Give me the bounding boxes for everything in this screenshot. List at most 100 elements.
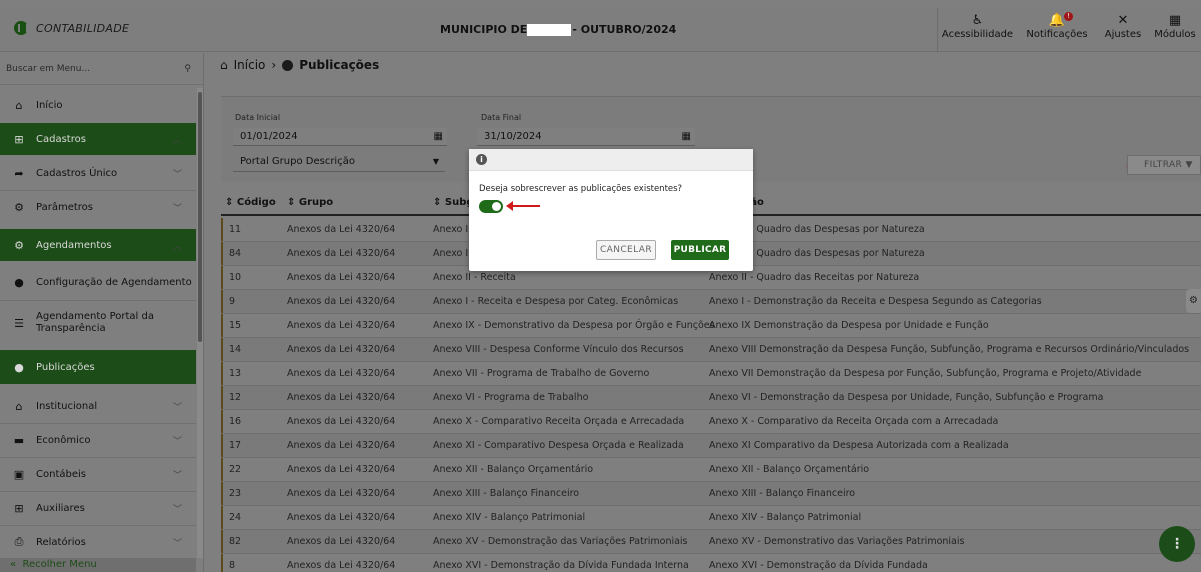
search-icon: ⚲ — [184, 63, 191, 74]
chevron-up-icon: ︿ — [172, 135, 182, 146]
calendar-icon[interactable]: ▦ — [682, 128, 691, 146]
app-name: CONTABILIDADE — [36, 21, 130, 35]
table-row[interactable]: 15 Anexos da Lei 4320/64 Anexo IX - Demons… — [221, 314, 1201, 338]
sidebar-item-publicacoes[interactable]: ● Publicações — [0, 350, 196, 384]
breadcrumb-separator: › — [271, 58, 277, 72]
home-icon: ⌂ — [220, 58, 228, 72]
table-cell: Anexos da Lei 4320/64 — [287, 296, 396, 307]
app-brand[interactable]: CONTABILIDADE — [14, 21, 129, 35]
row-marker — [221, 218, 223, 241]
table-row[interactable]: 82 Anexos da Lei 4320/64 Anexo XV - Demons… — [221, 530, 1201, 554]
red-arrow-annotation — [506, 201, 540, 211]
dialog-header: i — [469, 149, 753, 171]
table-row[interactable]: 24 Anexos da Lei 4320/64 Anexo XIV - Balan… — [221, 506, 1201, 530]
table-cell: 82 — [229, 536, 242, 547]
column-header-grupo[interactable]: ⇕ Grupo — [287, 197, 333, 208]
sidebar-item-cadastros-unico[interactable]: ➦ Cadastros Único ﹀ — [0, 157, 196, 189]
top-bar: CONTABILIDADE MUNICIPIO DE - OUTUBRO/2024… — [0, 8, 1201, 52]
end-date-input[interactable]: 31/10/2024 ▦ — [477, 128, 695, 146]
table-cell: Anexo XII - Balanço Orçamentário — [433, 464, 594, 475]
clock-icon — [282, 59, 294, 71]
table-row[interactable]: 12 Anexos da Lei 4320/64 Anexo VI - Progra… — [221, 386, 1201, 410]
table-cell: Anexos da Lei 4320/64 — [287, 560, 396, 571]
table-cell: Anexo VI - Programa de Trabalho — [433, 392, 589, 403]
side-settings-tab[interactable]: ⚙ — [1186, 289, 1201, 313]
row-marker — [221, 530, 223, 553]
table-row[interactable]: 23 Anexos da Lei 4320/64 Anexo XIII - Bala… — [221, 482, 1201, 506]
sidebar-item-configuracao-agendamento[interactable]: ● Configuração de Agendamento — [0, 266, 196, 298]
money-icon: ▬ — [13, 433, 25, 447]
table-cell: Anexo XI - Comparativo Despesa Orçada e … — [433, 440, 684, 451]
table-cell: 23 — [229, 488, 242, 499]
modules-button[interactable]: ▦ Módulos — [1149, 8, 1201, 52]
table-cell: 9 — [229, 296, 236, 307]
table-cell: Anexos da Lei 4320/64 — [287, 464, 396, 475]
sidebar-item-parametros[interactable]: ⚙ Parâmetros ﹀ — [0, 191, 196, 223]
table-cell: Anexo II - Quadro das Receitas por Natur… — [709, 272, 920, 283]
chevron-down-icon: ﹀ — [172, 436, 182, 447]
sidebar-scroll-thumb[interactable] — [198, 92, 202, 342]
table-cell: Anexo XVI - Demonstração da Dívida Funda… — [709, 560, 928, 571]
grid-icon: ▦ — [1168, 13, 1182, 28]
sidebar-item-agendamentos[interactable]: ⚙ Agendamentos ︿ — [0, 229, 196, 261]
filter-button[interactable]: FILTRAR ▼ — [1127, 155, 1201, 175]
chevron-down-icon: ▼ — [432, 157, 439, 166]
table-cell: Anexo II — [433, 224, 471, 235]
dialog-question: Deseja sobrescrever as publicações exist… — [479, 184, 683, 194]
sidebar-item-institucional[interactable]: ⌂ Institucional ﹀ — [0, 390, 196, 422]
table-cell: Anexo II - Receita — [433, 272, 516, 283]
accessibility-button[interactable]: ♿ Acessibilidade — [937, 8, 1017, 52]
table-row[interactable]: 13 Anexos da Lei 4320/64 Anexo VII - Progr… — [221, 362, 1201, 386]
sidebar-item-cadastros[interactable]: ⊞ Cadastros ︿ — [0, 123, 196, 155]
double-chevron-left-icon: « — [10, 559, 17, 570]
overwrite-toggle[interactable] — [479, 200, 503, 213]
table-row[interactable]: 8 Anexos da Lei 4320/64 Anexo XVI - Demons… — [221, 554, 1201, 572]
home-icon: ⌂ — [15, 98, 23, 112]
chevron-down-icon: ﹀ — [172, 504, 182, 515]
table-row[interactable]: 17 Anexos da Lei 4320/64 Anexo XI - Compar… — [221, 434, 1201, 458]
table-cell: Anexo IX - Demonstrativo da Despesa por … — [433, 320, 715, 331]
breadcrumb-home-link[interactable]: Início — [234, 58, 266, 72]
floating-menu-button[interactable]: ⋮ — [1159, 526, 1195, 562]
sidebar-item-economico[interactable]: ▬ Econômico ﹀ — [0, 424, 196, 456]
vertical-dots-icon: ⋮ — [1170, 536, 1184, 552]
publish-button[interactable]: PUBLICAR — [671, 240, 729, 260]
table-row[interactable]: 16 Anexos da Lei 4320/64 Anexo X - Compara… — [221, 410, 1201, 434]
sidebar-item-contabeis[interactable]: ▣ Contábeis ﹀ — [0, 458, 196, 490]
start-date-input[interactable]: 01/01/2024 ▦ — [233, 128, 447, 146]
table-cell: Anexos da Lei 4320/64 — [287, 416, 396, 427]
tools-icon: ✕ — [1117, 13, 1129, 28]
settings-button[interactable]: ✕ Ajustes — [1097, 8, 1149, 52]
table-cell: Anexo VII - Programa de Trabalho de Gove… — [433, 368, 650, 379]
table-cell: Anexo XIV - Balanço Patrimonial — [433, 512, 586, 523]
table-row[interactable]: 9 Anexos da Lei 4320/64 Anexo I - Receita … — [221, 290, 1201, 314]
table-cell: Anexos da Lei 4320/64 — [287, 248, 396, 259]
list-icon: ☰ — [14, 316, 24, 330]
calendar-icon[interactable]: ▦ — [434, 128, 443, 146]
table-row[interactable]: 14 Anexos da Lei 4320/64 Anexo VIII - Desp… — [221, 338, 1201, 362]
calculator-icon: ▣ — [13, 467, 25, 481]
notifications-button[interactable]: 🔔! Notificações — [1017, 8, 1097, 52]
table-cell: 13 — [229, 368, 242, 379]
cancel-button[interactable]: CANCELAR — [596, 240, 656, 260]
table-cell: 84 — [229, 248, 242, 259]
sidebar-item-agendamento-portal[interactable]: ☰ Agendamento Portal da Transparência — [0, 303, 196, 343]
table-cell: 8 — [229, 560, 236, 571]
table-cell: Anexo XV - Demonstração das Variações Pa… — [433, 536, 688, 547]
row-marker — [221, 410, 223, 433]
row-marker — [221, 506, 223, 529]
table-row[interactable]: 22 Anexos da Lei 4320/64 Anexo XII - Balan… — [221, 458, 1201, 482]
logo-icon — [14, 21, 28, 35]
group-select[interactable]: Portal Grupo Descrição ▼ — [233, 152, 445, 172]
menu-search-input[interactable]: Buscar em Menu... ⚲ — [0, 53, 203, 85]
table-cell: Anexo XIV - Balanço Patrimonial — [709, 512, 862, 523]
start-date-label: Data Inicial — [235, 113, 281, 122]
notification-badge: ! — [1064, 12, 1074, 21]
row-marker — [221, 554, 223, 572]
table-cell: Anexo XII - Balanço Orçamentário — [709, 464, 870, 475]
sidebar-item-auxiliares[interactable]: ⊞ Auxiliares ﹀ — [0, 492, 196, 524]
sidebar-item-relatorios[interactable]: ⎙ Relatórios ﹀ — [0, 529, 196, 555]
collapse-menu-button[interactable]: « Recolher Menu — [0, 558, 196, 572]
sidebar-item-inicio[interactable]: ⌂ Início — [0, 89, 196, 121]
column-header-codigo[interactable]: ⇕ Código — [225, 197, 276, 208]
